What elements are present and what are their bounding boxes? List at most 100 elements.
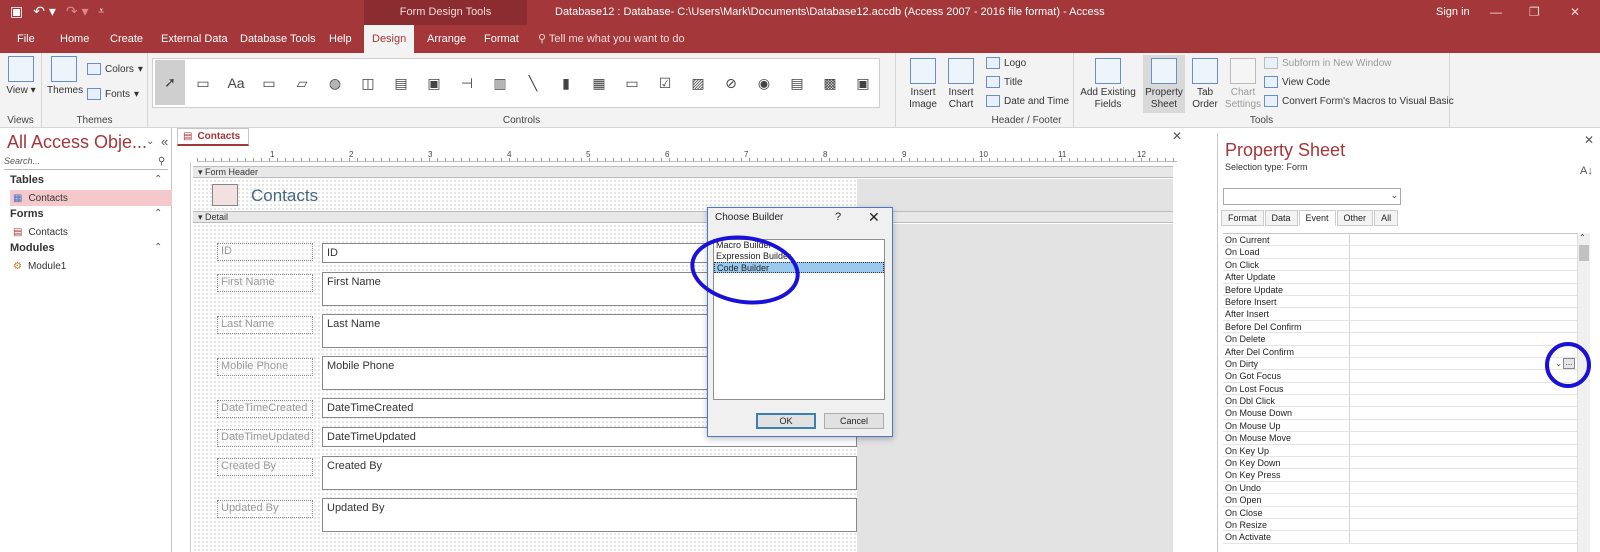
property-row[interactable]: On Delete bbox=[1223, 333, 1577, 346]
property-value-field[interactable] bbox=[1350, 457, 1577, 468]
property-value-field[interactable] bbox=[1350, 346, 1577, 357]
insert-chart-button[interactable]: Insert Chart bbox=[944, 58, 978, 111]
property-row[interactable]: Before Update bbox=[1223, 283, 1577, 296]
search-icon[interactable]: ⚲ bbox=[158, 156, 165, 167]
property-value-field[interactable] bbox=[1350, 333, 1577, 344]
chart-settings-button[interactable]: Chart Settings bbox=[1224, 58, 1262, 111]
field-label[interactable]: Mobile Phone bbox=[217, 358, 313, 376]
restore-icon[interactable]: ❐ bbox=[1529, 0, 1540, 25]
property-value-field[interactable] bbox=[1350, 407, 1577, 418]
tab-design[interactable]: Design bbox=[364, 25, 415, 53]
close-document-icon[interactable]: ✕ bbox=[1172, 129, 1182, 143]
nav-item-module1[interactable]: ⚙ Module1 bbox=[10, 258, 172, 274]
field-label[interactable]: DateTimeCreated bbox=[217, 400, 313, 418]
nav-pane-title[interactable]: All Access Obje... bbox=[7, 132, 147, 153]
page-break-icon[interactable]: ⊣ bbox=[454, 67, 480, 99]
property-row[interactable]: On Undo bbox=[1223, 481, 1577, 495]
forms-collapse-icon[interactable]: ⌃ bbox=[154, 208, 162, 219]
form-header-title[interactable]: Contacts bbox=[251, 186, 318, 206]
checkbox-control-icon[interactable]: ☑ bbox=[652, 67, 678, 99]
property-row[interactable]: Before Del Confirm bbox=[1223, 320, 1577, 334]
help-icon[interactable]: ? bbox=[835, 211, 841, 223]
customize-qat-icon[interactable]: ⩡ bbox=[99, 6, 105, 17]
property-row[interactable]: On Click bbox=[1223, 258, 1577, 272]
property-value-field[interactable] bbox=[1350, 284, 1577, 295]
property-value-field[interactable] bbox=[1350, 370, 1577, 381]
field-label[interactable]: Created By bbox=[217, 458, 313, 476]
convert-macros-button[interactable]: Convert Form's Macros to Visual Basic bbox=[1264, 95, 1454, 107]
property-sheet-close-icon[interactable]: ✕ bbox=[1584, 133, 1594, 147]
close-icon[interactable]: ✕ bbox=[1570, 0, 1580, 25]
option-button-icon[interactable]: ◉ bbox=[751, 67, 777, 99]
scroll-thumb[interactable] bbox=[1579, 245, 1589, 261]
redo-icon[interactable]: ↷ ▾ bbox=[66, 3, 89, 20]
tab-order-button[interactable]: Tab Order bbox=[1188, 58, 1222, 111]
nav-item-contacts-table[interactable]: ▦ Contacts bbox=[10, 190, 172, 206]
property-row[interactable]: On Key Down bbox=[1223, 457, 1577, 470]
tab-format-props[interactable]: Format bbox=[1221, 210, 1264, 226]
property-row[interactable]: Before Insert bbox=[1223, 295, 1577, 309]
property-row[interactable]: On Key Up bbox=[1223, 444, 1577, 458]
tab-format[interactable]: Format bbox=[484, 25, 519, 53]
tab-arrange[interactable]: Arrange bbox=[427, 25, 466, 53]
textbox-control-icon[interactable]: ▭ bbox=[190, 67, 216, 99]
field-label[interactable]: Last Name bbox=[217, 316, 313, 334]
property-value-field[interactable] bbox=[1350, 395, 1577, 406]
chevron-down-icon[interactable]: ⌄ bbox=[1390, 190, 1398, 201]
scroll-up-icon[interactable]: ⌃ bbox=[1579, 233, 1586, 242]
fonts-button[interactable]: Fonts ▾ bbox=[87, 88, 139, 100]
tab-data-props[interactable]: Data bbox=[1264, 210, 1298, 226]
save-icon[interactable]: ▣ bbox=[10, 3, 23, 20]
nav-item-contacts-form[interactable]: ▤ Contacts bbox=[10, 224, 172, 240]
tab-home[interactable]: Home bbox=[60, 25, 89, 53]
tab-database-tools[interactable]: Database Tools bbox=[240, 25, 316, 53]
toggle-button-icon[interactable]: ▮ bbox=[553, 67, 579, 99]
property-value-field[interactable] bbox=[1350, 482, 1577, 493]
list-box-icon[interactable]: ▦ bbox=[586, 67, 612, 99]
property-row[interactable]: On Key Press bbox=[1223, 469, 1577, 482]
tab-external-data[interactable]: External Data bbox=[161, 25, 228, 53]
document-tab-contacts[interactable]: ▤ Contacts bbox=[177, 128, 249, 146]
property-value-field[interactable] bbox=[1350, 321, 1577, 332]
ok-button[interactable]: OK bbox=[756, 413, 816, 429]
collapse-nav-icon[interactable]: « bbox=[161, 134, 168, 149]
tab-control-icon[interactable]: ▱ bbox=[289, 67, 315, 99]
detail-band[interactable]: ▾ Detail bbox=[193, 211, 1173, 223]
nav-section-forms[interactable]: Forms bbox=[10, 208, 44, 220]
view-code-button[interactable]: View Code bbox=[1264, 76, 1330, 88]
property-row[interactable]: On Mouse Up bbox=[1223, 419, 1577, 433]
property-value-field[interactable] bbox=[1350, 308, 1577, 319]
dialog-close-icon[interactable]: ✕ bbox=[868, 209, 880, 226]
nav-search-input[interactable]: Search... bbox=[4, 156, 168, 170]
tab-file[interactable]: File bbox=[17, 25, 35, 53]
property-value-field[interactable] bbox=[1350, 296, 1577, 307]
property-row[interactable]: On Open bbox=[1223, 494, 1577, 507]
subform-control-icon[interactable]: ▤ bbox=[784, 67, 810, 99]
tab-other-props[interactable]: Other bbox=[1336, 210, 1374, 226]
form-header-band[interactable]: ▾ Form Header bbox=[193, 166, 1173, 178]
property-scrollbar[interactable]: ⌃ bbox=[1577, 233, 1590, 552]
cancel-button[interactable]: Cancel bbox=[824, 413, 884, 429]
selection-combo[interactable]: ⌄ bbox=[1223, 188, 1401, 205]
header-logo-icon[interactable] bbox=[212, 184, 238, 206]
property-value-field[interactable] bbox=[1350, 383, 1577, 394]
field-label[interactable]: DateTimeUpdated bbox=[217, 429, 313, 447]
property-value-field[interactable] bbox=[1350, 494, 1577, 505]
colors-button[interactable]: Colors ▾ bbox=[87, 63, 143, 75]
label-control-icon[interactable]: Aa bbox=[223, 67, 249, 99]
hyperlink-control-icon[interactable]: ◍ bbox=[322, 67, 348, 99]
navigation-control-icon[interactable]: ▤ bbox=[388, 67, 414, 99]
property-row[interactable]: On Activate bbox=[1223, 531, 1577, 544]
nav-section-modules[interactable]: Modules bbox=[10, 242, 55, 254]
property-value-field[interactable] bbox=[1350, 259, 1577, 270]
subform-new-window-button[interactable]: Subform in New Window bbox=[1264, 57, 1391, 69]
tell-me-box[interactable]: ⚲ Tell me what you want to do bbox=[538, 25, 685, 53]
combo-box-icon[interactable]: ▥ bbox=[487, 67, 513, 99]
property-row[interactable]: On Mouse Move bbox=[1223, 432, 1577, 445]
property-value-field[interactable] bbox=[1350, 531, 1577, 542]
sign-in-link[interactable]: Sign in bbox=[1436, 0, 1470, 25]
property-value-field[interactable] bbox=[1350, 420, 1577, 431]
field-textbox[interactable]: Created By bbox=[322, 456, 857, 490]
property-row[interactable]: On Close bbox=[1223, 506, 1577, 519]
line-control-icon[interactable]: ╲ bbox=[520, 67, 546, 99]
